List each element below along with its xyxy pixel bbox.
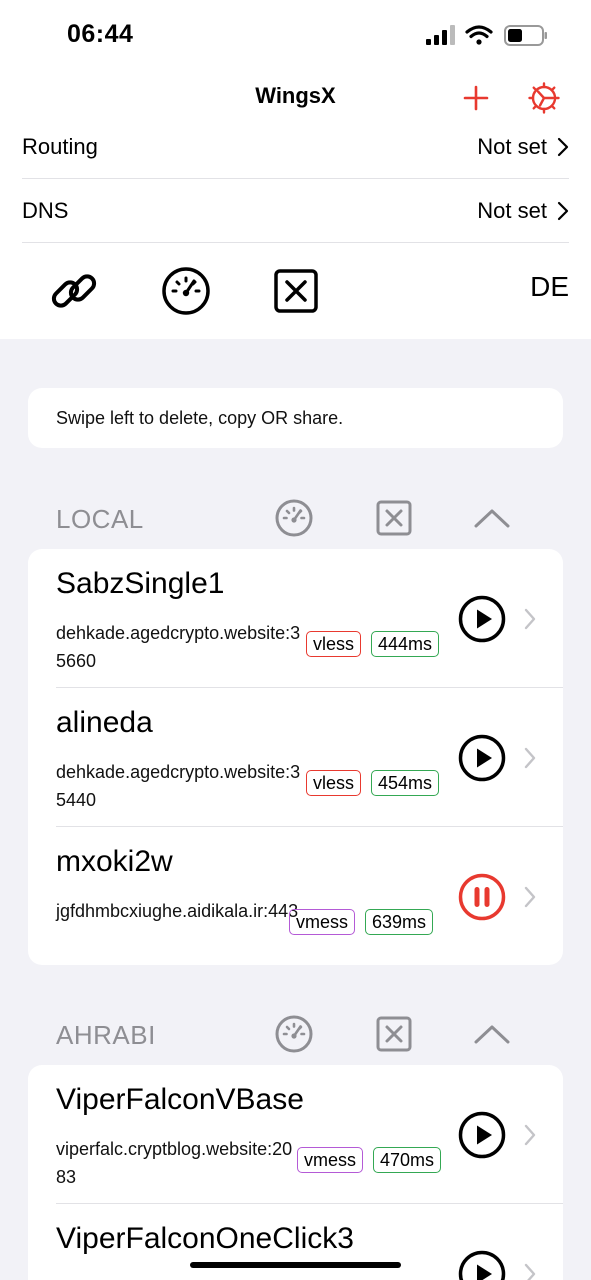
server-address: viperfalc.cryptblog.website:2083	[56, 1139, 293, 1187]
dns-label: DNS	[22, 198, 69, 223]
toolbar: DE	[0, 243, 591, 339]
play-icon[interactable]	[458, 1111, 506, 1159]
group-clear-button[interactable]	[372, 496, 416, 540]
gear-icon	[528, 82, 560, 114]
home-indicator	[190, 1262, 401, 1268]
server-item[interactable]: alineda dehkade.agedcrypto.website:35440…	[28, 688, 563, 827]
latency-badge: 454ms	[371, 770, 440, 796]
chevron-right-icon	[557, 201, 569, 221]
latency-badge: 639ms	[365, 909, 434, 935]
group-title: AHRABI	[56, 1020, 156, 1050]
import-link-button[interactable]	[46, 263, 102, 319]
protocol-badge: vmess	[297, 1147, 364, 1173]
server-name: alineda	[56, 706, 153, 739]
header-area: 06:44 WingsX Routing Not set DNS Not set…	[0, 0, 591, 339]
test-all-speed-button[interactable]	[158, 263, 214, 319]
server-address: dehkade.agedcrypto.website:35440	[56, 762, 301, 810]
speedometer-icon	[275, 499, 313, 537]
chevron-right-icon	[524, 608, 536, 630]
protocol-badge: vless	[306, 770, 362, 796]
group-header-local: LOCAL	[28, 496, 563, 540]
page-title: WingsX	[255, 83, 336, 108]
server-item[interactable]: ViperFalconVBase viperfalc.cryptblog.web…	[28, 1065, 563, 1204]
chevron-right-icon	[524, 747, 536, 769]
speedometer-icon	[162, 267, 210, 315]
server-item[interactable]: ViperFalconOneClick3	[28, 1204, 563, 1280]
group-title: LOCAL	[56, 504, 144, 534]
group-collapse-button[interactable]	[470, 496, 514, 540]
close-box-icon	[376, 1016, 412, 1052]
chevron-right-icon	[524, 1124, 536, 1146]
plus-icon	[463, 85, 489, 111]
server-item[interactable]: mxoki2w jgfdhmbcxiughe.aidikala.ir:443 v…	[28, 827, 563, 965]
group-speed-test-button[interactable]	[272, 496, 316, 540]
chevron-right-icon	[524, 886, 536, 908]
server-list-ahrabi: ViperFalconVBase viperfalc.cryptblog.web…	[28, 1065, 563, 1280]
server-name: mxoki2w	[56, 845, 173, 878]
wifi-icon	[465, 25, 493, 45]
chevron-up-icon	[474, 509, 510, 528]
chevron-right-icon	[557, 137, 569, 157]
group-clear-button[interactable]	[372, 1012, 416, 1056]
play-icon[interactable]	[458, 734, 506, 782]
close-box-icon	[274, 269, 318, 313]
routing-value: Not set	[477, 134, 547, 159]
dns-row[interactable]: DNS Not set	[22, 179, 569, 243]
server-name: ViperFalconVBase	[56, 1083, 304, 1116]
status-icons	[426, 25, 547, 46]
cellular-signal-icon	[426, 25, 455, 45]
status-bar: 06:44	[0, 0, 591, 70]
play-icon[interactable]	[458, 1250, 506, 1280]
chevron-right-icon	[524, 1263, 536, 1280]
add-server-button[interactable]	[456, 78, 496, 118]
server-item[interactable]: SabzSingle1 dehkade.agedcrypto.website:3…	[28, 549, 563, 688]
protocol-badge: vless	[306, 631, 362, 657]
chevron-up-icon	[474, 1025, 510, 1044]
settings-button[interactable]	[524, 78, 564, 118]
dns-value: Not set	[477, 198, 547, 223]
pause-icon[interactable]	[458, 873, 506, 921]
battery-icon	[504, 25, 547, 46]
server-name: SabzSingle1	[56, 567, 225, 600]
server-address: jgfdhmbcxiughe.aidikala.ir:443	[56, 901, 299, 921]
hint-text: Swipe left to delete, copy OR share.	[56, 408, 344, 428]
group-header-ahrabi: AHRABI	[28, 1012, 563, 1056]
status-time: 06:44	[67, 20, 134, 48]
protocol-badge: vmess	[289, 909, 356, 935]
link-icon	[51, 274, 97, 308]
latency-badge: 444ms	[371, 631, 440, 657]
country-code[interactable]: DE	[530, 271, 569, 303]
routing-row[interactable]: Routing Not set	[22, 115, 569, 179]
clear-button[interactable]	[268, 263, 324, 319]
routing-label: Routing	[22, 134, 98, 159]
group-speed-test-button[interactable]	[272, 1012, 316, 1056]
speedometer-icon	[275, 1015, 313, 1053]
close-box-icon	[376, 500, 412, 536]
group-collapse-button[interactable]	[470, 1012, 514, 1056]
server-address: dehkade.agedcrypto.website:35660	[56, 623, 301, 671]
play-icon[interactable]	[458, 595, 506, 643]
latency-badge: 470ms	[373, 1147, 442, 1173]
server-name: ViperFalconOneClick3	[56, 1222, 354, 1255]
hint-card: Swipe left to delete, copy OR share.	[28, 388, 563, 448]
server-list-local: SabzSingle1 dehkade.agedcrypto.website:3…	[28, 549, 563, 965]
